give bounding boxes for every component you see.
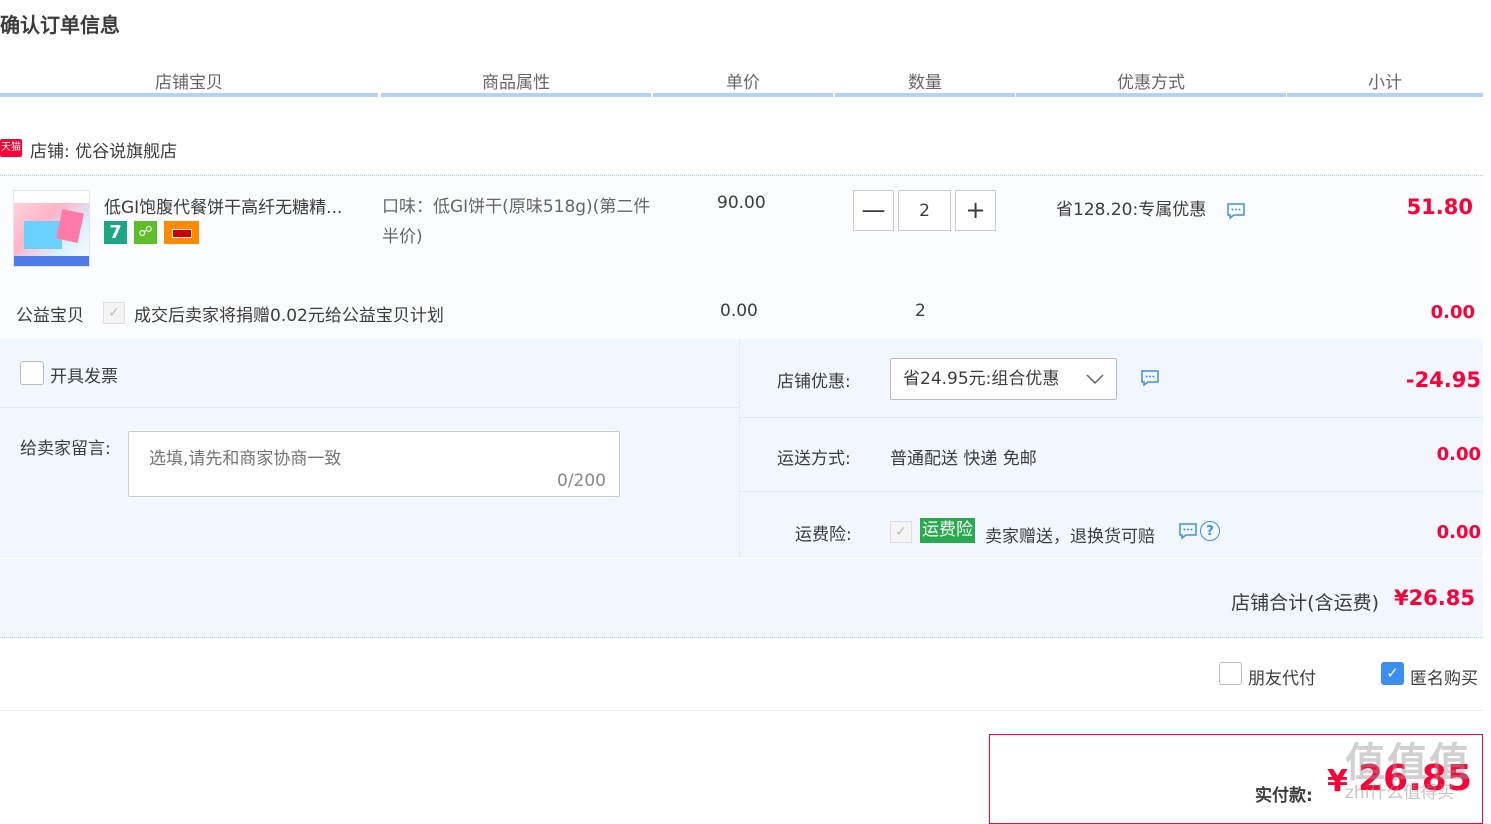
insurance-text: 卖家赠送，退换货可赔 <box>985 527 1155 547</box>
qty-decrease-button[interactable]: — <box>853 190 894 231</box>
charity-description: 成交后卖家将捐赠0.02元给公益宝贝计划 <box>134 306 444 326</box>
shop-discount-label: 店铺优惠: <box>777 372 851 392</box>
chat-bubble-icon[interactable] <box>1140 368 1160 388</box>
divider <box>0 710 1483 711</box>
chat-bubble-icon[interactable] <box>1178 521 1198 541</box>
col-underline <box>381 93 651 97</box>
charity-price: 0.00 <box>720 301 758 321</box>
page-title: 确认订单信息 <box>0 13 120 37</box>
payment-label: 实付款: <box>1255 786 1313 806</box>
chat-bubble-icon[interactable] <box>1226 201 1246 221</box>
item-discount: 省128.20:专属优惠 <box>1056 200 1207 220</box>
shop-total-label: 店铺合计(含运费) <box>1231 592 1379 614</box>
col-header-items: 店铺宝贝 <box>155 73 223 93</box>
col-header-discount: 优惠方式 <box>1117 73 1185 93</box>
insurance-checkbox: ✓ <box>890 521 912 543</box>
product-title[interactable]: 低GI饱腹代餐饼干高纤无糖精... <box>104 193 342 218</box>
shipping-label: 运送方式: <box>777 449 851 469</box>
qty-increase-button[interactable]: + <box>955 190 996 231</box>
quantity-input[interactable] <box>898 190 951 231</box>
invoice-checkbox[interactable] <box>20 361 44 385</box>
col-header-quantity: 数量 <box>908 73 942 93</box>
friend-pay-checkbox[interactable] <box>1219 662 1242 685</box>
friend-pay-label[interactable]: 朋友代付 <box>1248 664 1316 689</box>
charity-subtotal: 0.00 <box>1430 302 1475 323</box>
col-header-price: 单价 <box>726 73 760 93</box>
credit-card-icon[interactable] <box>164 221 199 244</box>
anonymous-label[interactable]: 匿名购买 <box>1410 664 1478 689</box>
divider <box>740 417 1483 418</box>
guarantee-icon[interactable]: ☍ <box>134 221 157 244</box>
message-label: 给卖家留言: <box>20 439 111 459</box>
unit-price: 90.00 <box>717 193 766 213</box>
message-counter: 0/200 <box>557 471 606 491</box>
message-box[interactable]: 0/200 <box>128 431 620 497</box>
product-thumbnail[interactable] <box>13 190 90 267</box>
invoice-label[interactable]: 开具发票 <box>50 362 118 387</box>
col-underline <box>835 93 1015 97</box>
item-subtotal: 51.80 <box>1406 195 1473 219</box>
shipping-value: 0.00 <box>1436 444 1481 465</box>
help-icon[interactable]: ? <box>1200 521 1220 541</box>
col-underline <box>653 93 833 97</box>
charity-quantity: 2 <box>915 301 926 321</box>
seller-message-input[interactable] <box>147 442 591 486</box>
chevron-down-icon <box>1086 374 1104 385</box>
col-header-subtotal: 小计 <box>1368 73 1402 93</box>
shop-name[interactable]: 店铺: 优谷说旗舰店 <box>30 137 177 162</box>
shop-discount-value: -24.95 <box>1405 368 1481 392</box>
tmall-icon: 天猫 <box>0 139 22 157</box>
watermark-url: zhi什么值得买 <box>1345 783 1455 803</box>
charity-checkbox: ✓ <box>103 302 125 324</box>
seven-day-return-icon[interactable]: 7 <box>104 221 127 244</box>
anonymous-checkbox[interactable]: ✓ <box>1381 662 1404 685</box>
col-underline <box>1287 93 1483 97</box>
col-header-attributes: 商品属性 <box>482 73 550 93</box>
col-underline <box>1016 93 1286 97</box>
shop-discount-select[interactable]: 省24.95元:组合优惠 <box>890 358 1117 400</box>
divider <box>740 491 1483 492</box>
charity-label: 公益宝贝 <box>16 306 84 326</box>
product-attribute: 口味：低GI饼干(原味518g)(第二件半价) <box>382 197 651 247</box>
divider <box>0 407 739 408</box>
shop-total-value: ¥26.85 <box>1393 586 1475 610</box>
insurance-value: 0.00 <box>1436 522 1481 543</box>
col-underline <box>0 93 378 97</box>
insurance-badge: 运费险 <box>920 518 975 543</box>
insurance-label: 运费险: <box>795 525 852 545</box>
shop-discount-selected: 省24.95元:组合优惠 <box>903 369 1060 389</box>
shipping-method: 普通配送 快递 免邮 <box>890 449 1037 469</box>
